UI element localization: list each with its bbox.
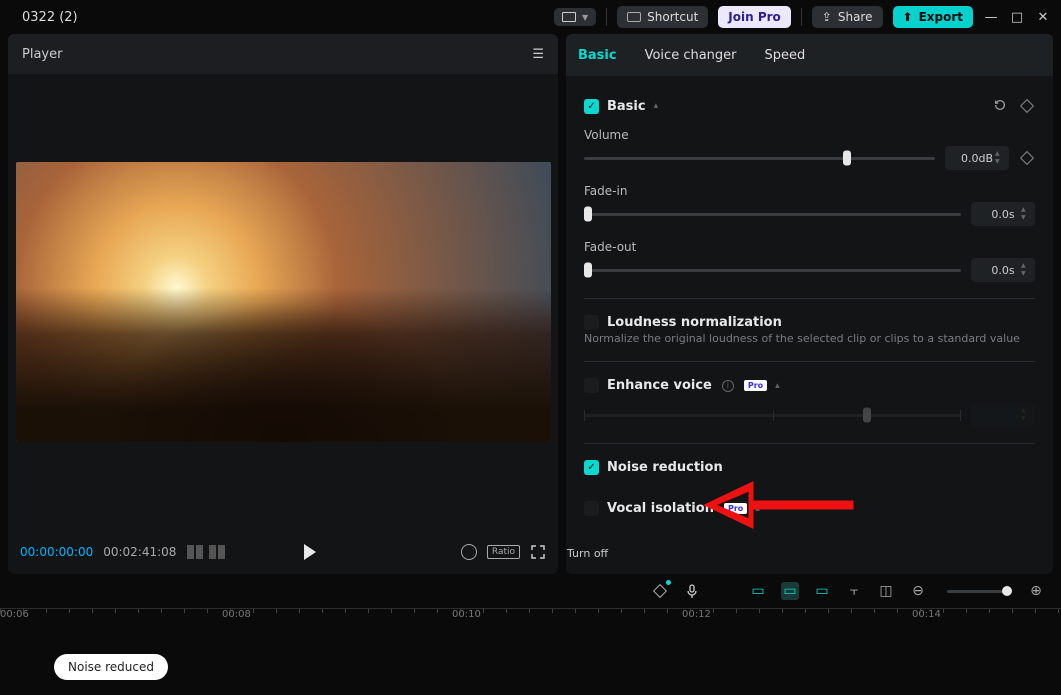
ruler-tick: 00:14 (912, 609, 941, 620)
fade-in-label: Fade-in (584, 184, 1035, 198)
player-panel: Player ☰ 00:00:00:00 00:02:41:08 Ratio (8, 34, 558, 574)
collapse-icon[interactable]: ▴ (654, 101, 659, 111)
enhance-voice-checkbox[interactable] (584, 378, 599, 393)
fade-in-value[interactable]: 0.0s▲▼ (971, 202, 1035, 226)
zoom-out-icon[interactable]: ⊖ (909, 582, 927, 600)
reset-icon[interactable] (993, 98, 1007, 112)
share-label: Share (838, 10, 873, 24)
fullscreen-icon[interactable] (530, 544, 546, 560)
project-title: 0322 (2) (22, 10, 546, 25)
collapse-icon[interactable]: ▴ (775, 381, 780, 391)
ruler-tick: 00:06 (0, 609, 29, 620)
noise-reduction-checkbox[interactable] (584, 460, 599, 475)
info-icon[interactable]: i (722, 380, 734, 392)
maximize-button[interactable]: □ (1009, 9, 1025, 25)
clip-tool-1-icon[interactable]: ▭ (749, 582, 767, 600)
player-menu-icon[interactable]: ☰ (532, 47, 544, 62)
fade-out-label: Fade-out (584, 240, 1035, 254)
clip-tool-2-icon[interactable]: ▭ (781, 582, 799, 600)
mic-icon[interactable] (683, 582, 701, 600)
enhance-value: ▲▼ (971, 403, 1035, 427)
vocal-isolation-title: Vocal isolation (607, 501, 714, 516)
join-pro-button[interactable]: Join Pro (718, 6, 791, 28)
export-icon: ⬆ (903, 10, 913, 24)
current-timecode: 00:00:00:00 (20, 545, 93, 559)
properties-panel: Basic Voice changer Speed Basic ▴ Volume… (566, 34, 1053, 574)
ruler-tick: 00:12 (682, 609, 711, 620)
zoom-slider[interactable] (947, 590, 1007, 593)
zoom-in-icon[interactable]: ⊕ (1027, 582, 1045, 600)
volume-label: Volume (584, 128, 1035, 142)
ruler-tick: 00:10 (452, 609, 481, 620)
layout-icon (562, 12, 576, 22)
export-label: Export (919, 10, 963, 24)
collapse-icon[interactable]: ▴ (755, 504, 760, 514)
basic-section-title: Basic (607, 99, 646, 114)
tab-basic[interactable]: Basic (578, 48, 617, 63)
auto-keyframe-icon[interactable] (651, 582, 669, 600)
tab-voice-changer[interactable]: Voice changer (645, 48, 737, 63)
ratio-button[interactable]: Ratio (487, 545, 520, 559)
loudness-description: Normalize the original loudness of the s… (584, 332, 1035, 345)
share-button[interactable]: ⇪ Share (812, 6, 883, 28)
fade-out-slider[interactable] (584, 269, 961, 272)
turn-off-tooltip: Turn off (566, 546, 612, 561)
fade-out-value[interactable]: 0.0s▲▼ (971, 258, 1035, 282)
duration-timecode: 00:02:41:08 (103, 545, 176, 559)
clip-tool-3-icon[interactable]: ▭ (813, 582, 831, 600)
shortcut-label: Shortcut (647, 10, 698, 24)
pro-badge: Pro (724, 503, 747, 514)
ruler-tick: 00:08 (222, 609, 251, 620)
close-button[interactable]: ✕ (1035, 9, 1051, 25)
export-button[interactable]: ⬆ Export (893, 6, 974, 28)
video-preview[interactable] (16, 162, 551, 442)
tab-speed[interactable]: Speed (765, 48, 806, 63)
vocal-isolation-checkbox[interactable] (584, 501, 599, 516)
keyboard-icon (627, 12, 641, 22)
share-icon: ⇪ (822, 10, 832, 24)
timeline-ruler[interactable]: 00:06 00:08 00:10 00:12 00:14 (0, 608, 1061, 632)
shortcut-button[interactable]: Shortcut (617, 6, 708, 28)
pro-badge: Pro (744, 380, 767, 391)
loudness-title: Loudness normalization (607, 315, 782, 330)
volume-value[interactable]: 0.0dB▲▼ (945, 146, 1009, 170)
toast-notification: Noise reduced (54, 654, 168, 680)
chevron-down-icon: ▼ (582, 13, 588, 22)
noise-reduction-title: Noise reduction (607, 460, 723, 475)
preview-quality-icon[interactable] (461, 544, 477, 560)
loudness-checkbox[interactable] (584, 315, 599, 330)
enhance-voice-title: Enhance voice (607, 378, 712, 393)
volume-keyframe[interactable] (1019, 150, 1035, 166)
fade-in-slider[interactable] (584, 213, 961, 216)
player-title: Player (22, 47, 62, 62)
compare-left-icon[interactable] (186, 545, 204, 559)
play-button[interactable] (304, 544, 316, 560)
compare-right-icon[interactable] (208, 545, 226, 559)
split-icon[interactable]: ⫟ (845, 582, 863, 600)
minimize-button[interactable]: — (983, 9, 999, 25)
enhance-slider (584, 414, 961, 417)
layout-dropdown[interactable]: ▼ (554, 8, 596, 26)
basic-checkbox[interactable] (584, 99, 599, 114)
keyframe-icon[interactable] (1019, 98, 1035, 114)
volume-slider[interactable] (584, 157, 935, 160)
crop-icon[interactable]: ◫ (877, 582, 895, 600)
